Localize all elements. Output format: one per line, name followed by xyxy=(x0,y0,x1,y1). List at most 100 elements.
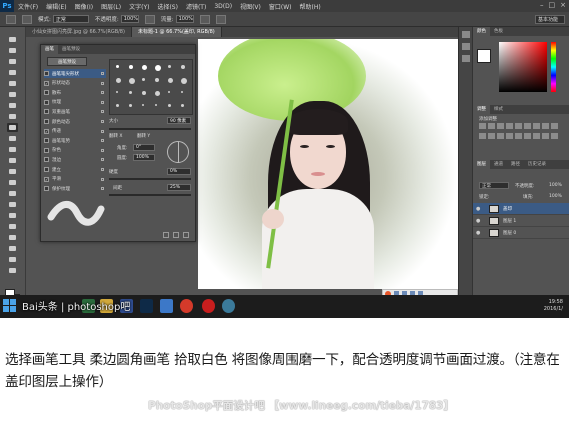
document-image[interactable] xyxy=(198,39,458,289)
brush-tip-thumbnail[interactable] xyxy=(181,91,183,93)
lock-icon[interactable] xyxy=(101,148,104,152)
taskbar-app-icon[interactable] xyxy=(160,299,173,313)
tab-channels[interactable]: 通道 xyxy=(490,160,507,169)
brush-tool-icon[interactable] xyxy=(7,123,18,132)
brush-tip-thumbnail[interactable] xyxy=(181,104,184,107)
fill-field[interactable]: 100% xyxy=(549,194,562,199)
adjustment-icon[interactable] xyxy=(488,123,495,129)
tool-icon[interactable] xyxy=(7,233,18,242)
spacing-slider[interactable] xyxy=(109,194,191,196)
brush-option-row[interactable]: ✓ 平滑 xyxy=(44,175,106,184)
lock-icon[interactable] xyxy=(101,72,104,75)
mode-select[interactable]: 正常 xyxy=(52,15,89,23)
brush-tip-thumbnail[interactable] xyxy=(142,65,147,70)
brush-tip-thumbnail[interactable] xyxy=(168,91,170,93)
tab-history[interactable]: 历史记录 xyxy=(524,160,550,169)
brush-option-row[interactable]: 画笔笔势 xyxy=(44,136,106,145)
roundness-field[interactable]: 100% xyxy=(133,154,155,161)
tab-brush[interactable]: 画笔 xyxy=(41,45,58,54)
option-checkbox[interactable] xyxy=(44,99,49,105)
adjustment-icon[interactable] xyxy=(542,123,549,129)
spacing-field[interactable]: 25% xyxy=(167,184,191,191)
adjustment-icon[interactable] xyxy=(515,133,522,139)
tool-icon[interactable] xyxy=(7,79,18,88)
hardness-slider[interactable] xyxy=(109,178,191,180)
toggle-preview-icon[interactable] xyxy=(163,232,169,238)
brush-tip-thumbnail[interactable] xyxy=(129,91,132,94)
option-checkbox[interactable] xyxy=(44,167,49,172)
brush-option-row[interactable]: 纹理 xyxy=(44,98,106,107)
brush-tip-thumbnail[interactable] xyxy=(155,65,161,71)
brush-option-row[interactable]: 散布 xyxy=(44,88,106,97)
tab-adjustments[interactable]: 调整 xyxy=(473,105,490,114)
taskbar-app-icon[interactable] xyxy=(180,299,193,313)
brush-tip-thumbnail[interactable] xyxy=(116,78,121,83)
minimize-icon[interactable]: – xyxy=(540,1,544,9)
system-clock[interactable]: 19:58 2016/1/ xyxy=(544,299,563,313)
adjustment-icon[interactable] xyxy=(479,133,486,139)
close-icon[interactable]: × xyxy=(560,1,566,9)
tool-icon[interactable] xyxy=(7,255,18,264)
option-checkbox[interactable] xyxy=(44,157,49,163)
tab-document-2[interactable]: 未标题-1 @ 66.7%(盖印, RGB/8) xyxy=(131,27,222,37)
lock-icon[interactable] xyxy=(101,110,104,114)
pressure-size-icon[interactable] xyxy=(215,14,226,24)
menu-select[interactable]: 选择(S) xyxy=(153,2,182,11)
menu-view[interactable]: 视图(V) xyxy=(236,2,265,11)
option-checkbox[interactable] xyxy=(44,119,49,124)
brush-option-row[interactable]: 颜色动态 xyxy=(44,117,106,126)
brush-option-row[interactable]: 湿边 xyxy=(44,155,106,164)
brush-presets-button[interactable]: 画笔预设 xyxy=(47,57,87,66)
blend-mode-select[interactable]: 正常 xyxy=(479,182,509,189)
tool-icon[interactable] xyxy=(7,46,18,55)
brush-tip-thumbnail[interactable] xyxy=(168,78,173,83)
lock-icon[interactable] xyxy=(101,120,104,123)
option-checkbox[interactable]: ✓ xyxy=(44,80,49,86)
brush-tip-thumbnail[interactable] xyxy=(142,104,144,106)
workspace-select[interactable]: 基本功能 xyxy=(535,15,565,24)
tool-icon[interactable] xyxy=(7,211,18,220)
menu-layer[interactable]: 图层(L) xyxy=(97,2,125,11)
brush-option-row[interactable]: ✓ 传递 xyxy=(44,127,106,136)
brush-option-row[interactable]: 保护纹理 xyxy=(44,184,106,193)
color-picker-field[interactable] xyxy=(499,42,547,92)
brush-option-row[interactable]: 建立 xyxy=(44,165,106,174)
tool-icon[interactable] xyxy=(7,200,18,209)
adjustment-icon[interactable] xyxy=(506,133,513,139)
option-checkbox[interactable] xyxy=(44,147,49,153)
menu-window[interactable]: 窗口(W) xyxy=(265,2,296,11)
lock-icon[interactable] xyxy=(101,168,104,171)
menu-3d[interactable]: 3D(D) xyxy=(210,3,236,10)
taskbar-opera-icon[interactable] xyxy=(202,299,215,313)
lock-icon[interactable] xyxy=(101,139,104,143)
tool-icon[interactable] xyxy=(7,145,18,154)
brush-option-row[interactable]: ✓ 形状动态 xyxy=(44,79,106,88)
tool-icon[interactable] xyxy=(7,112,18,121)
tool-icon[interactable] xyxy=(7,189,18,198)
brush-option-row[interactable]: 双重画笔 xyxy=(44,107,106,116)
layer-row-stamp[interactable]: ● 盖印 xyxy=(473,203,569,215)
option-checkbox[interactable]: ✓ xyxy=(44,128,49,134)
tool-icon[interactable] xyxy=(7,134,18,143)
properties-panel-icon[interactable] xyxy=(462,43,470,50)
brush-option-row[interactable]: 杂色 xyxy=(44,146,106,155)
brush-tip-thumbnail[interactable] xyxy=(155,78,159,82)
brush-tip-thumbnail[interactable] xyxy=(142,91,146,95)
brush-tip-thumbnail[interactable] xyxy=(129,78,135,84)
tab-paths[interactable]: 路径 xyxy=(507,160,524,169)
adjustment-icon[interactable] xyxy=(551,123,558,129)
menu-edit[interactable]: 编辑(E) xyxy=(42,2,70,11)
option-checkbox[interactable] xyxy=(44,109,49,115)
menu-type[interactable]: 文字(Y) xyxy=(125,2,153,11)
adjustment-icon[interactable] xyxy=(506,123,513,129)
hardness-field[interactable]: 0% xyxy=(167,168,191,175)
hue-slider[interactable] xyxy=(551,42,556,92)
tool-icon[interactable] xyxy=(7,167,18,176)
tab-layers[interactable]: 图层 xyxy=(473,160,490,169)
brush-tip-thumbnail[interactable] xyxy=(116,91,118,93)
flip-y-checkbox[interactable]: 翻转 Y xyxy=(137,133,150,139)
adjustment-icon[interactable] xyxy=(551,133,558,139)
option-checkbox[interactable] xyxy=(44,138,49,144)
grid-icon[interactable] xyxy=(173,232,179,238)
angle-roundness-dial[interactable] xyxy=(167,141,189,163)
